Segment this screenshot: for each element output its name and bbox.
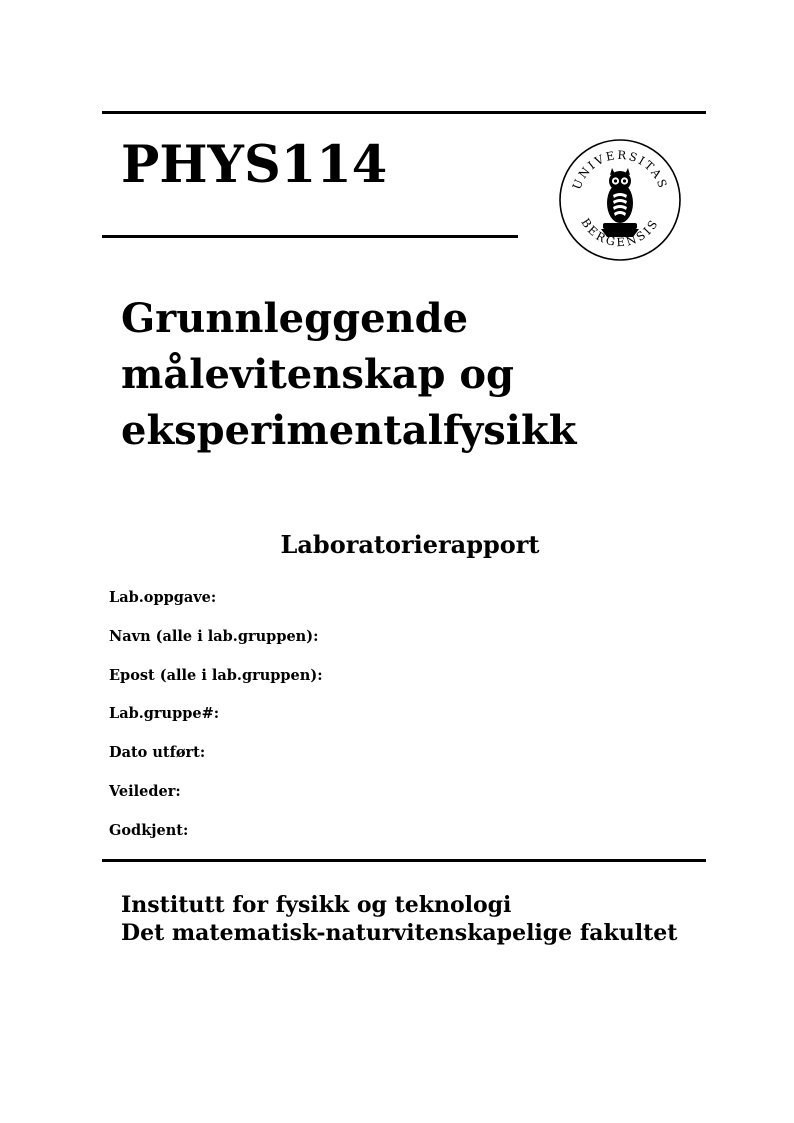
field-lab-gruppe: Lab.gruppe#: bbox=[109, 705, 220, 723]
field-navn: Navn (alle i lab.gruppen): bbox=[109, 627, 319, 645]
report-heading: Laboratorierapport bbox=[280, 530, 540, 559]
footer: Institutt for fysikk og teknologi Det ma… bbox=[121, 891, 677, 947]
footer-faculty: Det matematisk-naturvitenskapelige fakul… bbox=[121, 920, 678, 946]
field-lab-oppgave: Lab.oppgave: bbox=[109, 589, 217, 606]
bottom-rule bbox=[102, 859, 706, 862]
main-title: Grunnleggende målevitenskap og eksperime… bbox=[121, 291, 721, 459]
footer-institute: Institutt for fysikk og teknologi bbox=[121, 892, 512, 918]
university-seal-logo: UNIVERSITAS BERGENSIS bbox=[559, 139, 681, 261]
field-dato-utfort: Dato utført: bbox=[109, 744, 206, 762]
top-rule bbox=[102, 111, 706, 114]
title-line-1: Grunnleggende bbox=[121, 295, 469, 342]
title-line-2: målevitenskap og bbox=[121, 351, 515, 398]
field-godkjent: Godkjent: bbox=[109, 821, 189, 839]
course-underline-rule bbox=[102, 235, 518, 238]
course-code: PHYS114 bbox=[121, 135, 388, 195]
field-epost: Epost (alle i lab.gruppen): bbox=[109, 666, 323, 684]
title-line-3: eksperimentalfysikk bbox=[121, 407, 577, 454]
report-fields: Lab.oppgave: Navn (alle i lab.gruppen): … bbox=[109, 589, 323, 861]
field-veileder: Veileder: bbox=[109, 782, 181, 800]
